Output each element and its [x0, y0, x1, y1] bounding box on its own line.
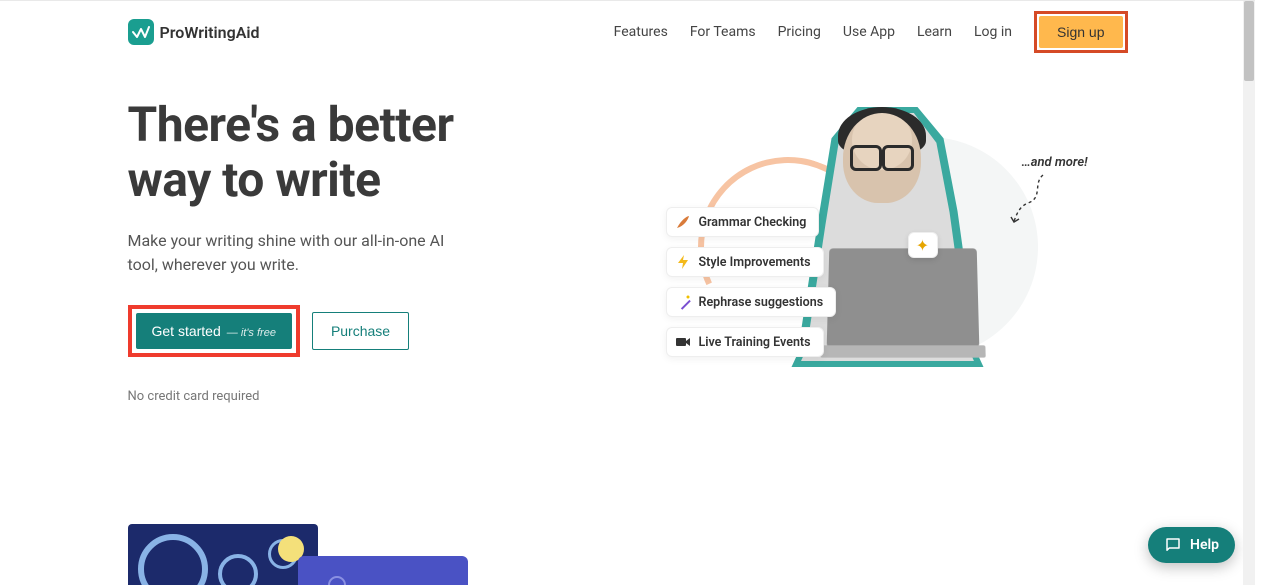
pill-style-label: Style Improvements — [699, 255, 811, 270]
hero-title-line1: There's a better — [128, 96, 454, 153]
pill-grammar: Grammar Checking — [666, 207, 820, 237]
quill-icon — [675, 214, 691, 230]
hero-title: There's a better way to write — [128, 97, 548, 207]
nav-pricing[interactable]: Pricing — [778, 24, 821, 40]
nav-links: Features For Teams Pricing Use App Learn… — [614, 11, 1128, 53]
purchase-button[interactable]: Purchase — [312, 312, 409, 350]
and-more-text: …and more! — [1022, 155, 1088, 170]
pill-training: Live Training Events — [666, 327, 824, 357]
chat-icon — [1164, 536, 1182, 554]
squiggle-arrow-icon — [1008, 173, 1048, 223]
nav-for-teams[interactable]: For Teams — [690, 24, 756, 40]
signup-button[interactable]: Sign up — [1039, 16, 1122, 48]
camera-icon — [675, 334, 691, 350]
art-stack — [128, 524, 468, 585]
hero-left: There's a better way to write Make your … — [128, 97, 548, 404]
nav-features[interactable]: Features — [614, 24, 668, 40]
scrollbar-thumb[interactable] — [1244, 1, 1254, 81]
wand-icon — [675, 294, 691, 310]
nav-log-in[interactable]: Log in — [974, 24, 1012, 40]
no-credit-card-text: No credit card required — [128, 389, 548, 404]
hero-illustration: ✦ …and more! Grammar Checking Style Impr… — [608, 97, 1128, 404]
brand-logo[interactable]: ProWritingAid — [128, 19, 260, 45]
nav-use-app[interactable]: Use App — [843, 24, 895, 40]
help-label: Help — [1190, 537, 1219, 553]
pill-rephrase-label: Rephrase suggestions — [699, 295, 824, 310]
starry-night-image — [128, 524, 318, 585]
get-started-label: Get started — [152, 323, 221, 339]
sparkle-icon: ✦ — [908, 232, 938, 258]
brand-name: ProWritingAid — [160, 23, 260, 42]
pill-style: Style Improvements — [666, 247, 824, 277]
scrollbar-track[interactable] — [1243, 1, 1255, 585]
pill-training-label: Live Training Events — [699, 335, 811, 350]
hero-section: There's a better way to write Make your … — [128, 97, 1128, 404]
bolt-icon — [675, 254, 691, 270]
top-nav: ProWritingAid Features For Teams Pricing… — [128, 1, 1128, 55]
hero-subtitle: Make your writing shine with our all-in-… — [128, 229, 468, 277]
signup-highlight: Sign up — [1034, 11, 1127, 53]
get-started-sub: — it's free — [227, 327, 276, 339]
feature-pills: Grammar Checking Style Improvements Reph… — [666, 207, 837, 357]
purple-card-image — [298, 556, 468, 585]
hero-title-line2: way to write — [128, 151, 381, 208]
cta-row: Get started — it's free Purchase — [128, 305, 548, 357]
get-started-button[interactable]: Get started — it's free — [136, 313, 292, 349]
pill-grammar-label: Grammar Checking — [699, 215, 807, 230]
laptop-illustration — [826, 248, 979, 347]
nav-learn[interactable]: Learn — [917, 24, 952, 40]
get-started-highlight: Get started — it's free — [128, 305, 300, 357]
help-widget[interactable]: Help — [1148, 527, 1235, 563]
logo-mark-icon — [128, 19, 154, 45]
pill-rephrase: Rephrase suggestions — [666, 287, 837, 317]
section-two: Do you feel like your writing lets you d… — [128, 524, 1128, 585]
